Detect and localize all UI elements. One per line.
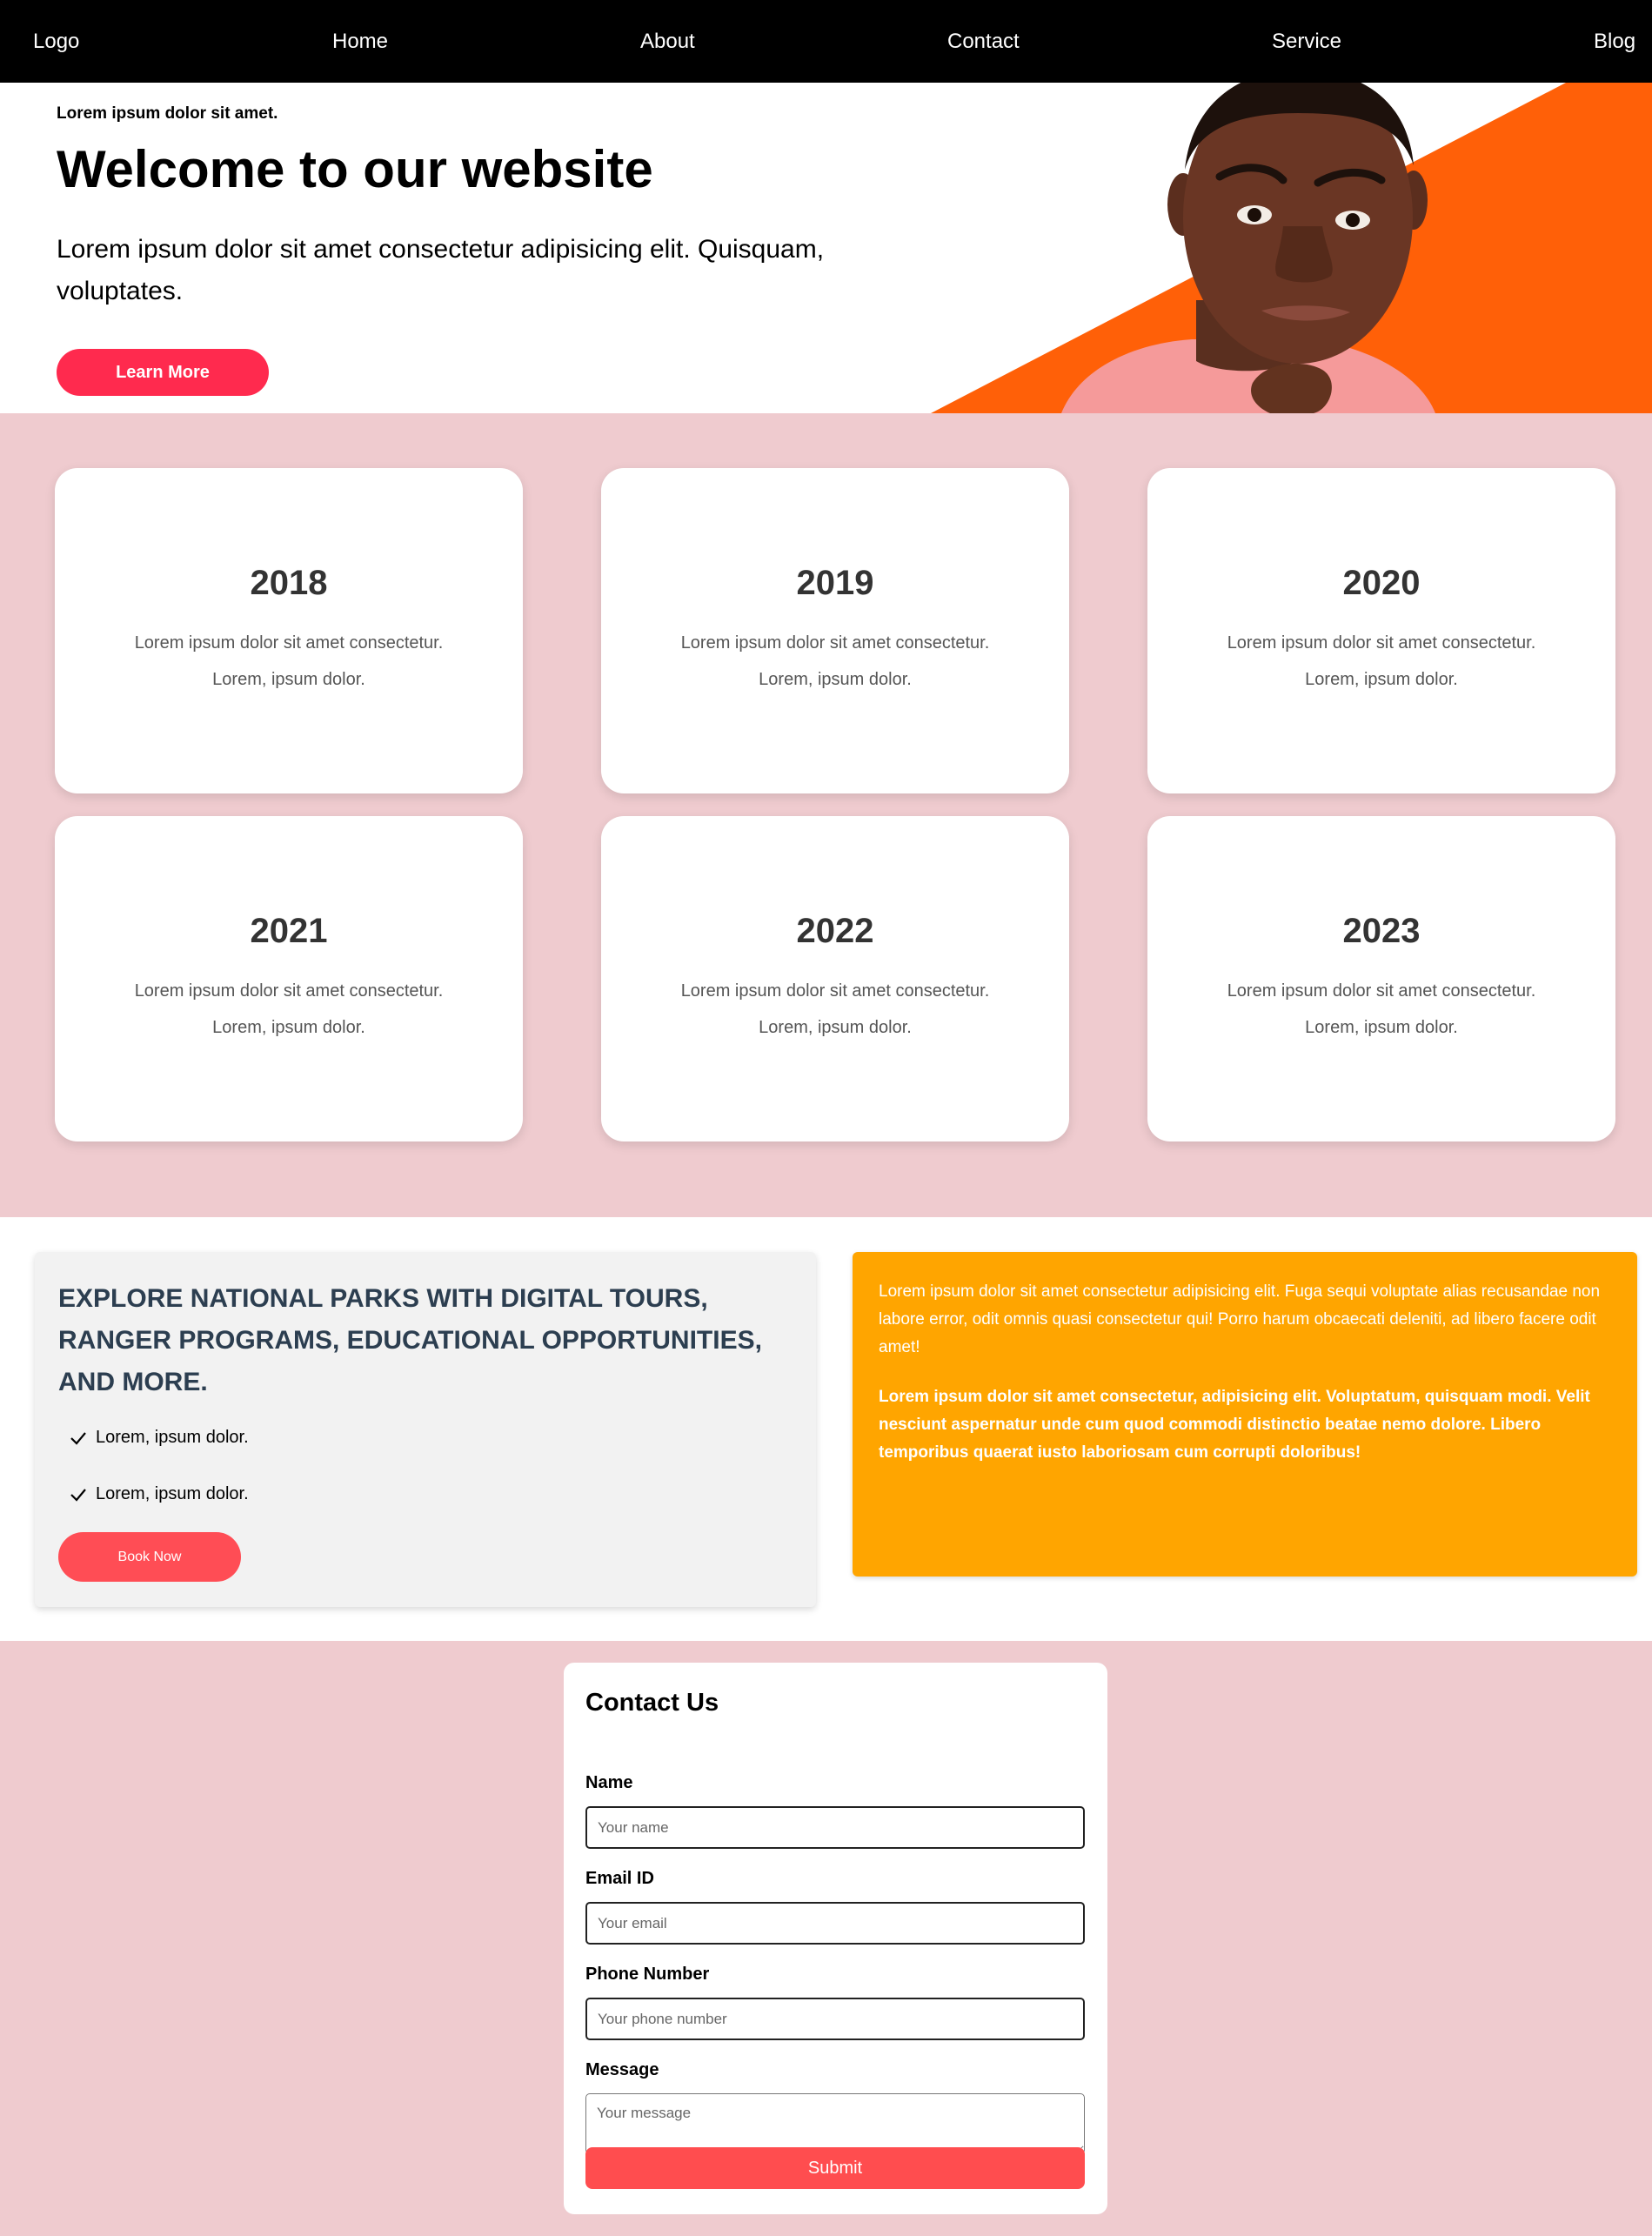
book-now-button[interactable]: Book Now	[58, 1532, 241, 1582]
hero-section: Lorem ipsum dolor sit amet. Welcome to o…	[0, 83, 1652, 413]
contact-form: Contact Us Name Email ID Phone Number Me…	[564, 1663, 1107, 2214]
explore-card: Explore national parks with digital tour…	[35, 1252, 816, 1607]
contact-section: Contact Us Name Email ID Phone Number Me…	[0, 1641, 1652, 2236]
nav-logo[interactable]: Logo	[33, 0, 79, 83]
card-text: Lorem ipsum dolor sit amet consectetur.	[1227, 633, 1536, 653]
card-subtext: Lorem, ipsum dolor.	[759, 1018, 912, 1037]
card-year: 2020	[1342, 564, 1421, 602]
timeline-cards-section: 2018 Lorem ipsum dolor sit amet consecte…	[0, 413, 1652, 1217]
card-text: Lorem ipsum dolor sit amet consectetur.	[680, 633, 990, 653]
info-paragraph: Lorem ipsum dolor sit amet consectetur a…	[879, 1282, 1601, 1356]
phone-input[interactable]	[585, 1998, 1085, 2040]
top-nav: Logo Home About Contact Service Blog	[0, 0, 1652, 83]
info-card: Lorem ipsum dolor sit amet consectetur a…	[853, 1252, 1637, 1577]
nav-link-contact[interactable]: Contact	[947, 0, 1020, 83]
card-text: Lorem ipsum dolor sit amet consectetur.	[1227, 981, 1536, 1001]
hero-image	[931, 83, 1652, 413]
hero-kicker: Lorem ipsum dolor sit amet.	[57, 104, 278, 123]
contact-title: Contact Us	[585, 1689, 719, 1717]
card-year: 2021	[250, 912, 328, 950]
card-text: Lorem ipsum dolor sit amet consectetur.	[134, 981, 444, 1001]
card-year: 2022	[796, 912, 874, 950]
submit-button[interactable]: Submit	[585, 2147, 1085, 2189]
hero-title: Welcome to our website	[57, 140, 653, 198]
card-year: 2023	[1342, 912, 1421, 950]
name-label: Name	[585, 1773, 633, 1792]
checkmark-icon	[70, 1432, 86, 1445]
card-subtext: Lorem, ipsum dolor.	[1305, 1018, 1458, 1037]
name-input[interactable]	[585, 1806, 1085, 1849]
nav-link-service[interactable]: Service	[1272, 0, 1341, 83]
year-card-2018: 2018 Lorem ipsum dolor sit amet consecte…	[55, 468, 523, 793]
nav-link-blog[interactable]: Blog	[1594, 0, 1635, 83]
email-input[interactable]	[585, 1902, 1085, 1945]
feature-text: Lorem, ipsum dolor.	[96, 1484, 249, 1503]
card-subtext: Lorem, ipsum dolor.	[759, 670, 912, 689]
card-subtext: Lorem, ipsum dolor.	[212, 670, 365, 689]
year-card-2023: 2023 Lorem ipsum dolor sit amet consecte…	[1147, 816, 1615, 1141]
explore-heading: Explore national parks with digital tour…	[58, 1284, 762, 1396]
hero-text: Lorem ipsum dolor sit amet consectetur a…	[57, 235, 825, 305]
year-card-2020: 2020 Lorem ipsum dolor sit amet consecte…	[1147, 468, 1615, 793]
year-card-2021: 2021 Lorem ipsum dolor sit amet consecte…	[55, 816, 523, 1141]
phone-label: Phone Number	[585, 1965, 710, 1984]
card-subtext: Lorem, ipsum dolor.	[1305, 670, 1458, 689]
nav-link-home[interactable]: Home	[332, 0, 388, 83]
email-label: Email ID	[585, 1869, 654, 1888]
card-text: Lorem ipsum dolor sit amet consectetur.	[134, 633, 444, 653]
message-label: Message	[585, 2060, 659, 2079]
card-year: 2018	[250, 564, 328, 602]
info-bold-paragraph: Lorem ipsum dolor sit amet consectetur, …	[879, 1388, 1590, 1462]
year-card-2022: 2022 Lorem ipsum dolor sit amet consecte…	[601, 816, 1069, 1141]
checkmark-icon	[70, 1489, 86, 1502]
card-year: 2019	[796, 564, 874, 602]
card-subtext: Lorem, ipsum dolor.	[212, 1018, 365, 1037]
year-card-2019: 2019 Lorem ipsum dolor sit amet consecte…	[601, 468, 1069, 793]
message-textarea[interactable]	[585, 2093, 1085, 2154]
card-text: Lorem ipsum dolor sit amet consectetur.	[680, 981, 990, 1001]
nav-link-about[interactable]: About	[640, 0, 695, 83]
learn-more-button[interactable]: Learn More	[57, 349, 269, 396]
feature-text: Lorem, ipsum dolor.	[96, 1428, 249, 1447]
explore-section: Explore national parks with digital tour…	[0, 1217, 1652, 1641]
